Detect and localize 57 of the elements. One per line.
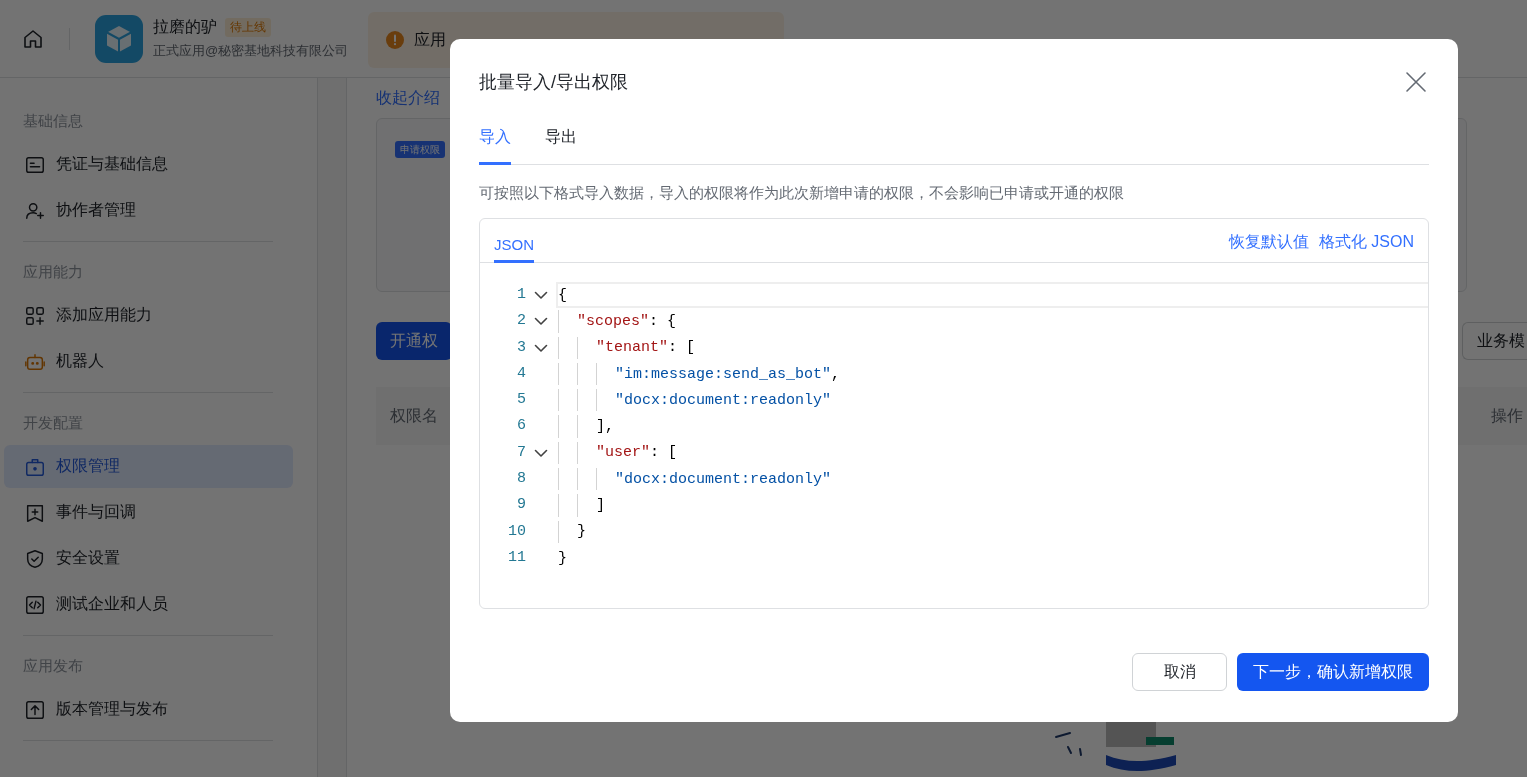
editor-action-link[interactable]: 恢复默认值: [1228, 232, 1309, 253]
line-number: 10: [507, 521, 526, 542]
line-number: 6: [516, 416, 526, 437]
dialog-title: 批量导入/导出权限: [479, 71, 628, 94]
line-number: 9: [516, 495, 526, 516]
status-badge: 待上线: [225, 18, 271, 37]
collapse-link[interactable]: 收起介绍: [376, 88, 440, 109]
line-number: 11: [507, 547, 526, 568]
sidebar-item[interactable]: 凭证与基础信息: [4, 143, 293, 186]
code-icon: [24, 593, 46, 616]
sidebar-item[interactable]: 版本管理与发布: [4, 688, 293, 731]
code-line: "docx:document:readonly": [615, 470, 832, 488]
code-line: "scopes": {: [577, 312, 677, 330]
filter-button[interactable]: 业务模: [1462, 322, 1527, 360]
code-line: "user": [: [596, 444, 678, 462]
tab[interactable]: 导出: [545, 127, 577, 165]
sidebar-item[interactable]: 协作者管理: [4, 189, 293, 232]
line-number: 3: [516, 337, 526, 358]
sidebar-item[interactable]: 添加应用能力: [4, 294, 293, 337]
editor-tab[interactable]: JSON: [494, 236, 534, 263]
warning-icon: [386, 31, 405, 49]
upload-icon: [24, 698, 46, 721]
line-number: 7: [516, 442, 526, 463]
code-line: "im:message:send_as_bot",: [615, 365, 841, 383]
grid-add-icon: [24, 304, 46, 327]
description-text: 可按照以下格式导入数据，导入的权限将作为此次新增申请的权限，不会影响已申请或开通的权限: [479, 184, 1125, 203]
app-name: 拉磨的驴: [153, 17, 217, 37]
sidebar-item[interactable]: 安全设置: [4, 537, 293, 580]
close-icon[interactable]: [1405, 71, 1427, 93]
code-line: "tenant": [: [596, 339, 696, 357]
sidebar-item[interactable]: 机器人: [4, 340, 293, 383]
sidebar-item[interactable]: 权限管理: [4, 445, 293, 488]
sidebar-item[interactable]: 事件与回调: [4, 491, 293, 534]
code-line: }: [577, 523, 586, 541]
column-header: 权限名: [390, 405, 438, 426]
app-subtitle: 正式应用@秘密基地科技有限公司: [153, 42, 349, 60]
confirm-button[interactable]: 下一步，确认新增权限: [1237, 653, 1429, 691]
app-logo-icon: [95, 14, 143, 63]
sidebar-item[interactable]: 测试企业和人员: [4, 583, 293, 626]
editor-action-link[interactable]: 格式化 JSON: [1318, 232, 1414, 253]
cancel-button[interactable]: 取消: [1132, 653, 1227, 691]
line-number: 4: [516, 363, 526, 384]
tab[interactable]: 导入: [479, 127, 511, 165]
line-number: 5: [516, 390, 526, 411]
line-number: 1: [516, 285, 526, 305]
open-button[interactable]: 开通权: [376, 322, 452, 360]
shield-check-icon: [24, 547, 46, 570]
intro-badge: 申请权限: [395, 141, 445, 158]
code-line: "docx:document:readonly": [615, 391, 832, 409]
line-number: 8: [516, 469, 526, 490]
code-line: {: [558, 286, 567, 304]
notice-text: 应用: [414, 29, 447, 50]
column-header: 操作: [1491, 405, 1523, 426]
code-line: }: [558, 549, 567, 567]
line-number: 2: [516, 311, 526, 332]
code-line: ]: [596, 497, 605, 514]
code-line: ],: [596, 418, 614, 436]
